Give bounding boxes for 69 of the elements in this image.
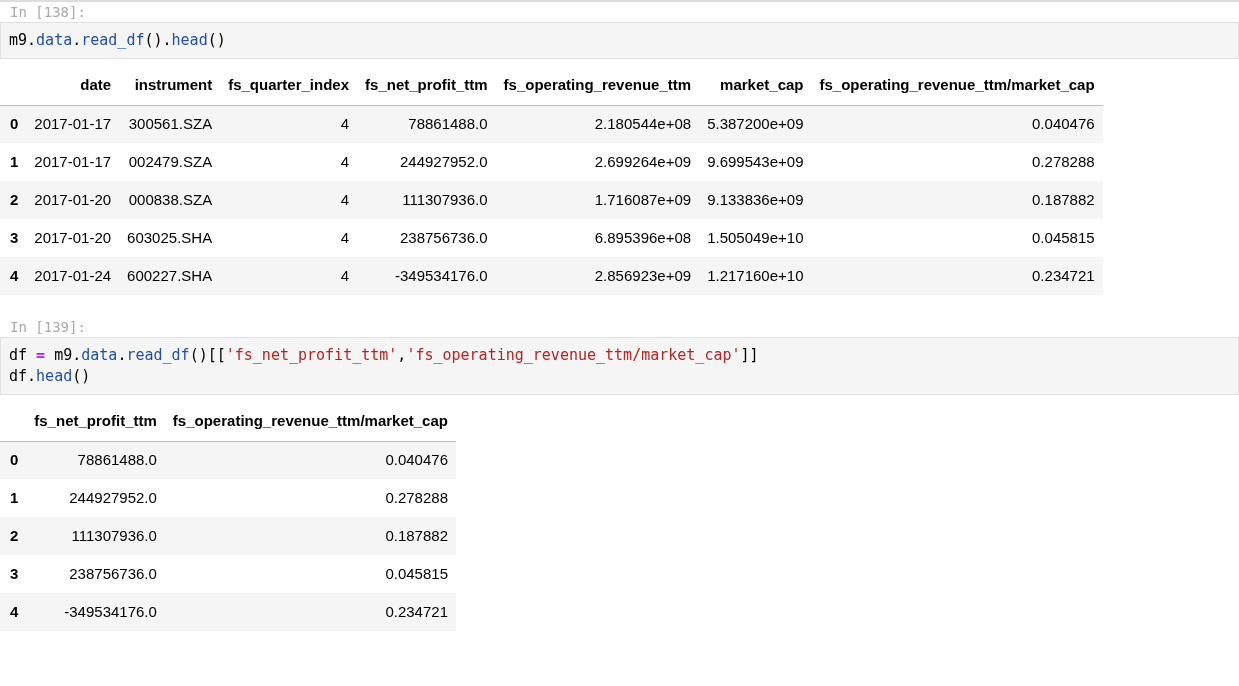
table-cell: 2017-01-17 — [26, 105, 120, 143]
table-cell: 0.040476 — [811, 105, 1103, 143]
table-cell: 0.234721 — [811, 257, 1103, 295]
table-cell: 4 — [220, 105, 358, 143]
table-cell: 2017-01-24 — [26, 257, 120, 295]
table-cell: 0.278288 — [164, 479, 456, 517]
table-cell: -349534176.0 — [26, 593, 165, 631]
table-cell: 4 — [220, 181, 358, 219]
table-cell: 9.133836e+09 — [699, 181, 812, 219]
table-cell: 002479.SZA — [119, 143, 221, 181]
column-header: fs_operating_revenue_ttm — [495, 65, 700, 105]
table-cell: 78861488.0 — [26, 441, 165, 479]
code-line: m9.data.read_df().head() — [9, 30, 227, 51]
table-cell: 603025.SHA — [119, 219, 221, 257]
table-cell: 111307936.0 — [26, 517, 165, 555]
table-cell: 1.217160e+10 — [699, 257, 812, 295]
row-index: 4 — [0, 257, 27, 295]
row-index: 0 — [0, 105, 27, 143]
column-header: fs_operating_revenue_ttm/market_cap — [811, 65, 1103, 105]
table-cell: 600227.SHA — [119, 257, 221, 295]
row-index: 1 — [0, 143, 27, 181]
table-cell: 0.045815 — [811, 219, 1103, 257]
table-cell: 78861488.0 — [357, 105, 496, 143]
column-header: fs_net_profit_ttm — [26, 401, 165, 441]
column-header: market_cap — [699, 65, 812, 105]
table-cell: 238756736.0 — [26, 555, 165, 593]
table-cell: 4 — [220, 257, 358, 295]
table-cell: 0.187882 — [811, 181, 1103, 219]
code-line: df = m9.data.read_df()[['fs_net_profit_ttm','fs_operating_revenue_ttm/market_cap']] — [9, 345, 760, 366]
table-cell: 000838.SZA — [119, 181, 221, 219]
row-index: 4 — [0, 593, 27, 631]
table-cell: 0.234721 — [164, 593, 456, 631]
table-cell: 111307936.0 — [357, 181, 496, 219]
table-cell: 2017-01-17 — [26, 143, 120, 181]
table-cell: 2.856923e+09 — [495, 257, 700, 295]
column-header: fs_net_profit_ttm — [357, 65, 496, 105]
table-cell: 4 — [220, 219, 358, 257]
table-cell: 0.040476 — [164, 441, 456, 479]
table-cell: 1.716087e+09 — [495, 181, 700, 219]
table-cell: 0.278288 — [811, 143, 1103, 181]
code-line: df.head() — [9, 366, 92, 387]
row-index: 2 — [0, 181, 27, 219]
table-cell: 6.895396e+08 — [495, 219, 700, 257]
table-cell: 1.505049e+10 — [699, 219, 812, 257]
table-cell: 0.045815 — [164, 555, 456, 593]
table-cell: 4 — [220, 143, 358, 181]
row-index: 3 — [0, 555, 27, 593]
table-cell: -349534176.0 — [357, 257, 496, 295]
table-cell: 2.180544e+08 — [495, 105, 700, 143]
column-header: date — [26, 65, 120, 105]
column-header: fs_quarter_index — [220, 65, 358, 105]
row-index: 1 — [0, 479, 27, 517]
cell-prompt: In [138]: — [9, 3, 87, 22]
row-index: 2 — [0, 517, 27, 555]
column-header: instrument — [119, 65, 221, 105]
table-cell: 5.387200e+09 — [699, 105, 812, 143]
table-cell: 244927952.0 — [26, 479, 165, 517]
row-index: 0 — [0, 441, 27, 479]
cell-prompt: In [139]: — [9, 318, 87, 337]
table-cell: 300561.SZA — [119, 105, 221, 143]
table-cell: 244927952.0 — [357, 143, 496, 181]
row-index: 3 — [0, 219, 27, 257]
table-cell: 0.187882 — [164, 517, 456, 555]
table-cell: 2.699264e+09 — [495, 143, 700, 181]
column-header: fs_operating_revenue_ttm/market_cap — [164, 401, 456, 441]
table-cell: 2017-01-20 — [26, 181, 120, 219]
table-cell: 2017-01-20 — [26, 219, 120, 257]
table-cell: 9.699543e+09 — [699, 143, 812, 181]
table-cell: 238756736.0 — [357, 219, 496, 257]
